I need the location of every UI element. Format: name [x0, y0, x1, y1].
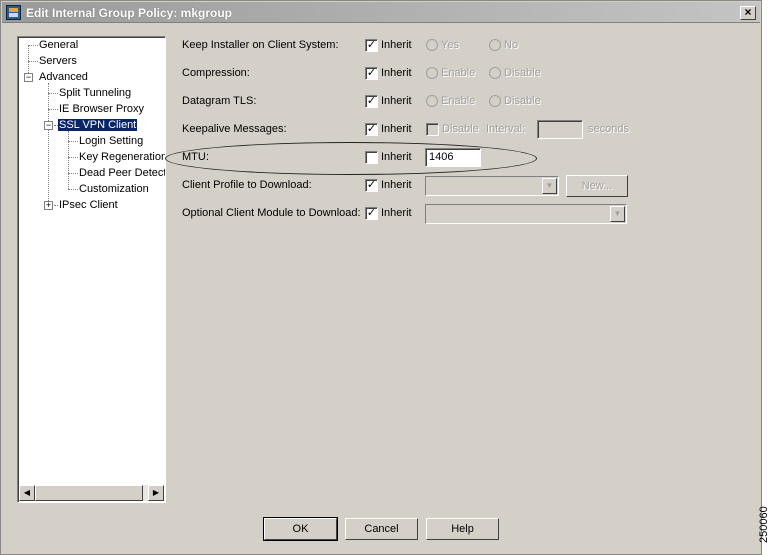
enable-label: Enable	[441, 95, 476, 107]
compression-enable-radio[interactable]	[426, 67, 438, 79]
inherit-label: Inherit	[381, 95, 412, 107]
new-profile-button[interactable]: New...	[566, 175, 628, 197]
yes-label: Yes	[441, 39, 459, 51]
client-profile-inherit-checkbox[interactable]: ✓	[365, 179, 378, 192]
datagram-tls-label: Datagram TLS:	[182, 95, 257, 107]
tree-item-general[interactable]: General	[38, 38, 79, 52]
enable-label: Enable	[441, 67, 476, 79]
asdm-app-icon	[6, 5, 21, 20]
tree-line	[68, 141, 78, 142]
disable-label: Disable	[504, 67, 541, 79]
expand-icon[interactable]: +	[44, 201, 53, 210]
figure-id: 250060	[758, 506, 770, 543]
chevron-down-icon[interactable]: ▼	[610, 206, 625, 222]
datagram-tls-enable-radio[interactable]	[426, 95, 438, 107]
horizontal-scrollbar[interactable]: ◀ ▶	[19, 485, 164, 501]
keepalive-disable-checkbox[interactable]	[426, 123, 439, 136]
inherit-label: Inherit	[381, 207, 412, 219]
inherit-label: Inherit	[381, 67, 412, 79]
tree-line	[28, 45, 38, 46]
tree-item-ie-browser-proxy[interactable]: IE Browser Proxy	[58, 102, 145, 116]
tree-item-advanced[interactable]: Advanced	[38, 70, 89, 84]
inherit-label: Inherit	[381, 123, 412, 135]
mtu-label: MTU:	[182, 151, 209, 163]
datagram-tls-inherit-checkbox[interactable]: ✓	[365, 95, 378, 108]
dialog-window: Edit Internal Group Policy: mkgroup × − …	[0, 0, 762, 555]
tree-line	[68, 157, 78, 158]
keepalive-inherit-checkbox[interactable]: ✓	[365, 123, 378, 136]
interval-label: Interval:	[486, 123, 526, 135]
tree-item-dead-peer-detection[interactable]: Dead Peer Detecti	[78, 166, 165, 180]
chevron-down-icon[interactable]: ▼	[542, 178, 557, 194]
tree-line	[68, 173, 78, 174]
keepalive-label: Keepalive Messages:	[182, 123, 287, 135]
help-button[interactable]: Help	[426, 518, 499, 540]
interval-input[interactable]	[537, 120, 583, 139]
window-title: Edit Internal Group Policy: mkgroup	[26, 6, 233, 20]
optional-module-inherit-checkbox[interactable]: ✓	[365, 207, 378, 220]
keep-installer-inherit-checkbox[interactable]: ✓	[365, 39, 378, 52]
scroll-left-icon[interactable]: ◀	[19, 485, 35, 501]
tree-line	[48, 83, 49, 205]
tree-item-servers[interactable]: Servers	[38, 54, 78, 68]
title-bar[interactable]: Edit Internal Group Policy: mkgroup ×	[2, 2, 760, 23]
close-icon[interactable]: ×	[740, 6, 756, 20]
cancel-button[interactable]: Cancel	[345, 518, 418, 540]
mtu-input[interactable]: 1406	[425, 148, 481, 167]
keep-installer-label: Keep Installer on Client System:	[182, 39, 339, 51]
optional-module-dropdown[interactable]: ▼	[425, 204, 627, 224]
tree-item-split-tunneling[interactable]: Split Tunneling	[58, 86, 132, 100]
optional-module-label: Optional Client Module to Download:	[182, 207, 361, 219]
tree-item-ipsec-client[interactable]: IPsec Client	[58, 198, 119, 212]
inherit-label: Inherit	[381, 39, 412, 51]
tree-item-ssl-vpn-client[interactable]: SSL VPN Client	[58, 118, 138, 132]
highlight-ellipse	[165, 142, 537, 175]
scroll-right-icon[interactable]: ▶	[148, 485, 164, 501]
navigation-tree[interactable]: − − + General Servers Advanced Split Tun…	[17, 36, 166, 503]
inherit-label: Inherit	[381, 179, 412, 191]
tree-line	[48, 93, 58, 94]
datagram-tls-disable-radio[interactable]	[489, 95, 501, 107]
client-profile-label: Client Profile to Download:	[182, 179, 312, 191]
collapse-icon[interactable]: −	[24, 73, 33, 82]
scroll-thumb[interactable]	[35, 485, 143, 501]
keep-installer-no-radio[interactable]	[489, 39, 501, 51]
keepalive-disable-label: Disable	[442, 123, 479, 135]
keep-installer-yes-radio[interactable]	[426, 39, 438, 51]
tree-line	[48, 109, 58, 110]
compression-disable-radio[interactable]	[489, 67, 501, 79]
tree-item-key-regeneration[interactable]: Key Regeneration	[78, 150, 165, 164]
tree-line	[28, 61, 38, 62]
ok-button[interactable]: OK	[263, 517, 338, 541]
compression-inherit-checkbox[interactable]: ✓	[365, 67, 378, 80]
tree-line	[68, 131, 69, 189]
client-profile-dropdown[interactable]: ▼	[425, 176, 559, 196]
disable-label: Disable	[504, 95, 541, 107]
tree-item-customization[interactable]: Customization	[78, 182, 150, 196]
seconds-label: seconds	[588, 123, 629, 135]
tree-line	[68, 189, 78, 190]
collapse-icon[interactable]: −	[44, 121, 53, 130]
mtu-inherit-checkbox[interactable]	[365, 151, 378, 164]
inherit-label: Inherit	[381, 151, 412, 163]
no-label: No	[504, 39, 519, 51]
tree-item-login-setting[interactable]: Login Setting	[78, 134, 144, 148]
compression-label: Compression:	[182, 67, 250, 79]
